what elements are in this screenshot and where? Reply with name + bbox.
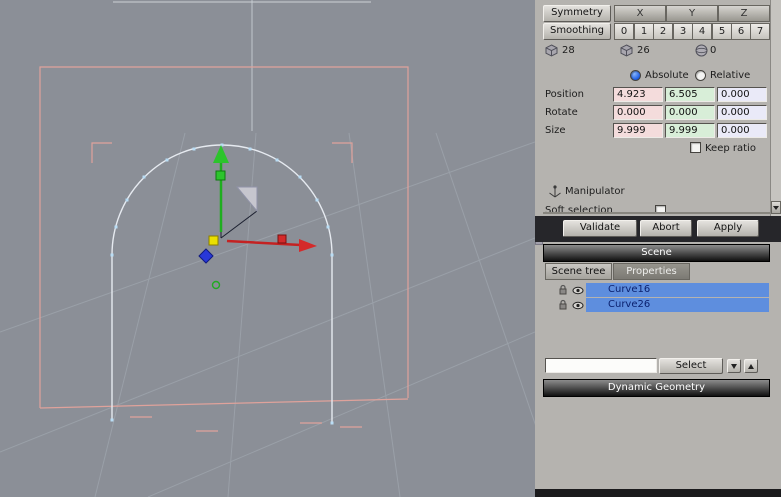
tab-scene-tree[interactable]: Scene tree — [545, 263, 612, 280]
scene-tree-list[interactable]: Curve16 Curve26 — [543, 281, 770, 357]
size-row-label: Size — [545, 125, 566, 136]
relative-radio[interactable] — [695, 70, 706, 81]
manipulator-label[interactable]: Manipulator — [565, 186, 625, 197]
tool-action-strip: Validate Abort Apply — [535, 216, 781, 242]
select-button[interactable]: Select — [659, 358, 723, 374]
smoothing-level-1-button[interactable]: 1 — [634, 23, 654, 40]
scene-filter-input[interactable] — [545, 358, 657, 373]
rotate-y-field[interactable]: 0.000 — [665, 105, 715, 120]
gizmo-center-handle[interactable] — [208, 235, 219, 246]
scroll-down-button[interactable] — [771, 201, 781, 214]
smoothing-level-4-button[interactable]: 4 — [692, 23, 712, 40]
absolute-radio-label[interactable]: Absolute — [645, 70, 689, 81]
keep-ratio-label[interactable]: Keep ratio — [705, 143, 756, 154]
scene-item-label[interactable]: Curve16 — [586, 283, 769, 297]
up-arrow-icon — [748, 363, 754, 369]
position-y-field[interactable]: 6.505 — [665, 87, 715, 102]
transform-properties-section: Symmetry X Y Z Smoothing 0 1 2 3 4 5 6 7… — [543, 0, 770, 214]
smoothing-level-6-button[interactable]: 6 — [731, 23, 751, 40]
panel-bottom-bar — [535, 489, 781, 497]
symmetry-button[interactable]: Symmetry — [543, 5, 611, 22]
absolute-radio[interactable] — [630, 70, 641, 81]
properties-panel: Symmetry X Y Z Smoothing 0 1 2 3 4 5 6 7… — [535, 0, 781, 497]
soft-selection-label[interactable]: Soft selection — [545, 205, 613, 212]
axis-column-z-button[interactable]: Z — [718, 5, 770, 22]
size-z-field[interactable]: 0.000 — [717, 123, 767, 138]
panel-edge-strip — [535, 0, 543, 497]
face-count-value: 0 — [710, 45, 717, 56]
scene-tree-item[interactable]: Curve16 — [543, 283, 770, 298]
position-z-field[interactable]: 0.000 — [717, 87, 767, 102]
scene-item-label[interactable]: Curve26 — [586, 298, 769, 312]
axis-column-x-button[interactable]: X — [614, 5, 666, 22]
scene-panel-header[interactable]: Scene — [543, 244, 770, 262]
scene-tree-item[interactable]: Curve26 — [543, 298, 770, 313]
rotate-row-label: Rotate — [545, 107, 578, 118]
visibility-eye-icon[interactable] — [572, 301, 584, 313]
lock-icon[interactable] — [558, 299, 568, 313]
smoothing-level-5-button[interactable]: 5 — [712, 23, 732, 40]
axis-column-y-button[interactable]: Y — [666, 5, 718, 22]
position-row-label: Position — [545, 89, 584, 100]
properties-scrollbar[interactable] — [770, 0, 781, 216]
size-y-field[interactable]: 9.999 — [665, 123, 715, 138]
apply-button[interactable]: Apply — [697, 220, 759, 237]
viewport-background — [0, 0, 535, 497]
smoothing-level-0-button[interactable]: 0 — [614, 23, 634, 40]
rotate-z-field[interactable]: 0.000 — [717, 105, 767, 120]
edge-count-icon — [620, 44, 633, 60]
select-up-button[interactable] — [744, 359, 758, 373]
tab-properties[interactable]: Properties — [613, 263, 690, 280]
scene-panel-title: Scene — [641, 247, 672, 258]
smoothing-level-7-button[interactable]: 7 — [750, 23, 770, 40]
dynamic-geometry-title: Dynamic Geometry — [607, 382, 706, 393]
position-x-field[interactable]: 4.923 — [613, 87, 663, 102]
viewport-canvas[interactable] — [0, 0, 561, 497]
size-x-field[interactable]: 9.999 — [613, 123, 663, 138]
down-arrow-icon — [773, 205, 779, 210]
abort-button[interactable]: Abort — [640, 220, 692, 237]
manipulator-icon — [548, 184, 562, 201]
rotate-x-field[interactable]: 0.000 — [613, 105, 663, 120]
smoothing-level-2-button[interactable]: 2 — [653, 23, 673, 40]
keep-ratio-checkbox[interactable] — [690, 142, 701, 153]
vertex-count-value: 28 — [562, 45, 575, 56]
validate-button[interactable]: Validate — [563, 220, 637, 237]
dynamic-geometry-panel-header[interactable]: Dynamic Geometry — [543, 379, 770, 397]
visibility-eye-icon[interactable] — [572, 286, 584, 298]
smoothing-level-3-button[interactable]: 3 — [673, 23, 693, 40]
viewport-3d[interactable] — [0, 0, 561, 497]
smoothing-button[interactable]: Smoothing — [543, 23, 611, 40]
edge-count-value: 26 — [637, 45, 650, 56]
down-arrow-icon — [731, 363, 737, 369]
face-count-icon — [695, 44, 708, 60]
lock-icon[interactable] — [558, 284, 568, 298]
soft-selection-checkbox[interactable] — [655, 205, 666, 212]
vertex-count-icon — [545, 44, 558, 60]
relative-radio-label[interactable]: Relative — [710, 70, 750, 81]
application-window: Symmetry X Y Z Smoothing 0 1 2 3 4 5 6 7… — [0, 0, 781, 497]
select-down-button[interactable] — [727, 359, 741, 373]
